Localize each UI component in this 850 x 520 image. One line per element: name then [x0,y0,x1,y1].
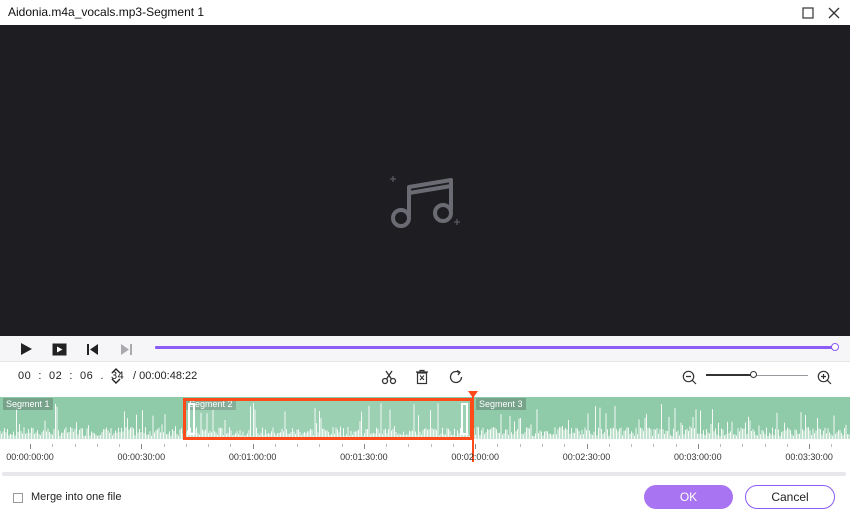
play-icon [21,343,32,355]
maximize-button[interactable] [798,3,818,23]
time-stepper[interactable] [110,366,122,386]
scissors-icon [381,370,397,385]
current-time-input[interactable]: 00 : 02 : 06 . 34 [18,370,124,382]
title-bar: Aidonia.m4a_vocals.mp3-Segment 1 [0,0,850,25]
ruler-minor-tick [341,444,343,447]
ruler-minor-tick [230,444,232,447]
close-button[interactable] [824,3,844,23]
skip-forward-button[interactable] [117,340,135,358]
ruler-tick [363,444,365,449]
ruler-minor-tick [52,444,54,447]
maximize-icon [802,7,814,19]
ruler-minor-tick [452,444,454,447]
cancel-button[interactable]: Cancel [745,485,835,509]
playback-progress-bar[interactable] [155,346,835,349]
skip-forward-icon [120,343,132,355]
ruler-minor-tick [519,444,521,447]
selection-end-handle[interactable] [461,403,468,435]
ruler-label: 00:00:30:00 [117,452,166,462]
ruler-minor-tick [185,444,187,447]
play-clip-button[interactable] [50,340,68,358]
play-button[interactable] [17,340,35,358]
ruler-label: 00:01:00:00 [228,452,277,462]
stepper-arrows-icon [111,368,121,384]
playback-bar [0,336,850,362]
ruler-tick [30,444,31,449]
ruler-minor-tick [497,444,499,447]
ruler-minor-tick [720,444,722,447]
timeline: Segment 1 Segment 2 Segment 3 00:00:00:0… [0,391,850,476]
segment-editor-window: Aidonia.m4a_vocals.mp3-Segment 1 00: 02… [0,0,850,520]
ruler-label: 00:01:30:00 [340,452,388,462]
ruler-minor-tick [274,444,276,447]
ruler-minor-tick [631,444,633,447]
delete-icon [416,369,428,385]
ruler-tick [475,444,477,449]
ruler-minor-tick [96,444,98,447]
ruler-minor-tick [386,444,388,447]
ruler-label: 00:02:00:00 [451,452,499,462]
ruler-tick [809,444,811,449]
progress-fill [155,346,835,349]
ruler-minor-tick [208,444,210,447]
zoom-in-icon [817,370,831,384]
ruler-label: 00:03:00:00 [674,452,722,462]
ruler-minor-tick [319,444,321,447]
selection-start-handle[interactable] [188,403,195,435]
ruler-minor-tick [119,444,121,447]
merge-checkbox[interactable] [13,493,23,503]
total-duration: / 00:00:48:22 [133,370,198,382]
reset-button[interactable] [446,367,466,387]
dialog-footer: Merge into one file OK Cancel [0,476,850,520]
zoom-out-icon [682,370,696,384]
playhead-marker[interactable] [468,391,478,398]
ok-button[interactable]: OK [644,485,733,509]
ruler-minor-tick [430,444,432,447]
split-button[interactable] [379,367,399,387]
ruler-tick [586,444,588,449]
skip-back-button[interactable] [83,340,101,358]
play-clip-icon [52,343,66,355]
close-icon [828,7,840,19]
window-title: Aidonia.m4a_vocals.mp3-Segment 1 [8,5,205,19]
ruler-minor-tick [163,444,165,447]
skip-back-icon [86,343,98,355]
ruler-label: 00:02:30:00 [562,452,611,462]
reset-icon [449,369,463,384]
ruler-label: 00:00:00:00 [6,452,54,462]
zoom-out-button[interactable] [679,367,699,387]
ruler-minor-tick [564,444,566,447]
ruler-tick [697,444,699,449]
edit-controls: 00 : 02 : 06 . 34 / 00:00:48:22 [0,362,850,392]
ruler-minor-tick [608,444,610,447]
merge-label: Merge into one file [31,491,122,503]
zoom-in-button[interactable] [814,367,834,387]
ruler-minor-tick [408,444,410,447]
ruler-minor-tick [742,444,744,447]
ruler-minor-tick [764,444,766,447]
zoom-slider[interactable] [706,371,808,379]
segment-3-label: Segment 3 [476,398,526,410]
selected-segment[interactable] [183,398,473,440]
zoom-handle[interactable] [750,371,758,378]
ruler-minor-tick [653,444,655,447]
segment-1-label: Segment 1 [3,398,53,410]
progress-handle[interactable] [831,343,839,351]
delete-segment-button[interactable] [412,367,432,387]
ruler-minor-tick [786,444,788,447]
ruler-minor-tick [541,444,543,447]
ruler-minor-tick [297,444,299,447]
music-note-icon [390,176,460,228]
ruler-tick [141,444,143,449]
time-ruler: 00:00:00:00 00:00:30:00 00:01:00:00 00:01:3… [0,444,850,464]
ruler-label: 00:03:30:00 [785,452,833,462]
ruler-minor-tick [675,444,677,447]
zoom-fill [706,374,754,376]
ruler-minor-tick [74,444,76,447]
ruler-tick [252,444,254,449]
ruler-minor-tick [831,444,833,447]
media-preview [0,25,850,336]
